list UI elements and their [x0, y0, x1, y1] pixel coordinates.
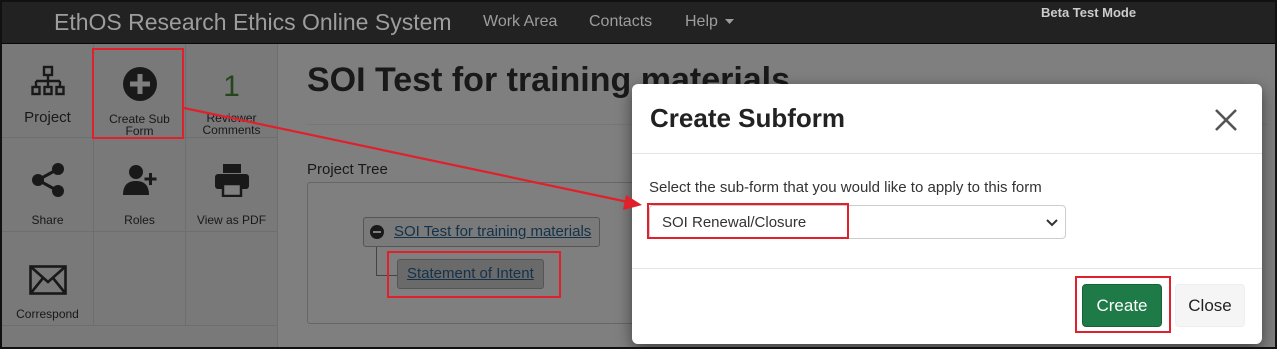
close-button[interactable]: Close: [1175, 284, 1245, 327]
beta-mode-label: Beta Test Mode: [1041, 5, 1137, 20]
nav-help[interactable]: Help: [685, 13, 735, 31]
subform-select-value: SOI Renewal/Closure: [662, 214, 807, 231]
brand-title[interactable]: EthOS Research Ethics Online System: [54, 9, 452, 36]
app-window: EthOS Research Ethics Online System Work…: [0, 0, 1277, 349]
top-navbar: EthOS Research Ethics Online System Work…: [2, 2, 1275, 44]
nav-contacts[interactable]: Contacts: [589, 13, 652, 31]
modal-footer-divider: [632, 268, 1262, 269]
nav-help-label: Help: [685, 13, 718, 30]
nav-work-area[interactable]: Work Area: [483, 13, 557, 31]
chevron-down-icon: [1046, 219, 1058, 227]
subform-select-label: Select the sub-form that you would like …: [649, 179, 1042, 196]
create-subform-modal: Create Subform Select the sub-form that …: [632, 84, 1262, 344]
create-button[interactable]: Create: [1082, 284, 1162, 327]
modal-header-divider: [632, 153, 1262, 154]
caret-down-icon: [725, 18, 735, 24]
modal-title: Create Subform: [650, 103, 846, 133]
close-icon[interactable]: [1212, 106, 1240, 134]
subform-select[interactable]: SOI Renewal/Closure: [649, 205, 1066, 239]
